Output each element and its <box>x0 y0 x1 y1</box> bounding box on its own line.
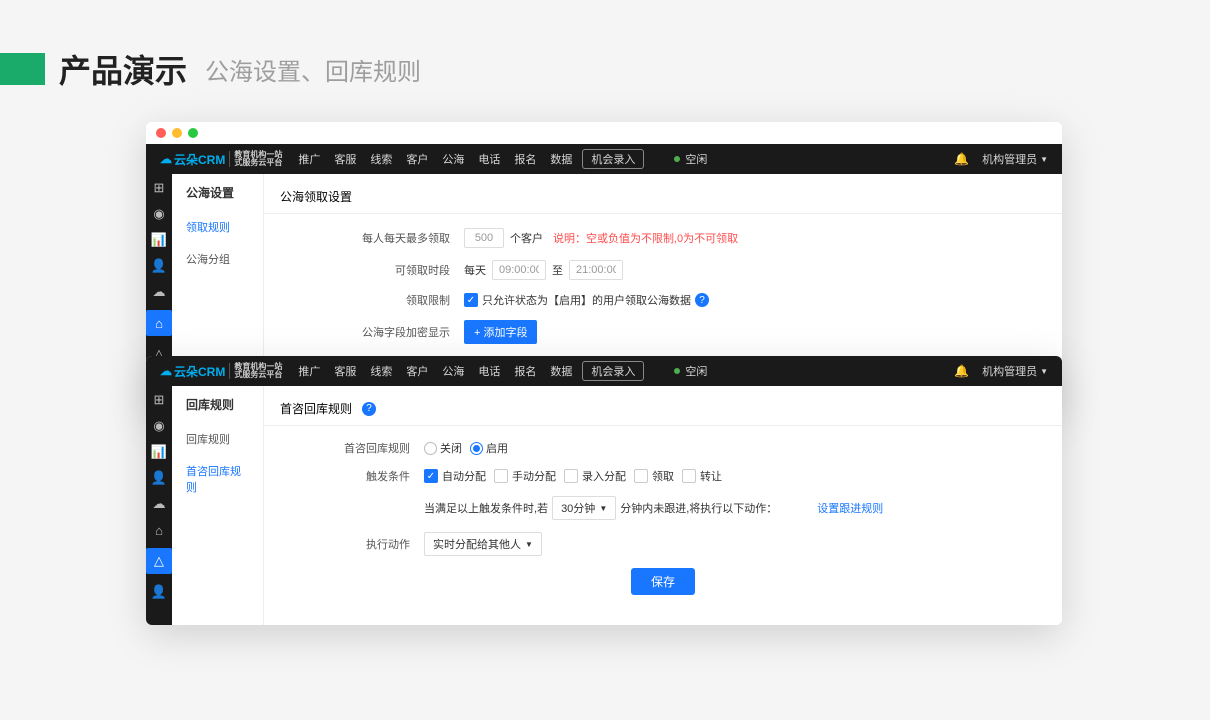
radio-off[interactable] <box>424 442 437 455</box>
nav-gonghai[interactable]: 公海 <box>442 151 464 167</box>
label-off: 关闭 <box>440 440 462 456</box>
bell-icon[interactable]: 🔔 <box>954 364 968 378</box>
nav-kefu[interactable]: 客服 <box>334 151 356 167</box>
nav-xiansuo[interactable]: 线索 <box>370 363 392 379</box>
text-enabled-only: 只允许状态为【启用】的用户领取公海数据 <box>482 292 691 308</box>
rail-recycle-icon[interactable]: △ <box>146 548 172 574</box>
nav-tuiguang[interactable]: 推广 <box>298 363 320 379</box>
cb-auto[interactable]: ✓ <box>424 469 438 483</box>
menu-gonghai-fenzu[interactable]: 公海分组 <box>172 243 263 275</box>
rail-shield-icon[interactable]: ◉ <box>151 206 167 222</box>
nav-dianhua[interactable]: 电话 <box>478 151 500 167</box>
menu-shouzi-huiku[interactable]: 首咨回库规则 <box>172 455 263 503</box>
nav-shuju[interactable]: 数据 <box>550 363 572 379</box>
label-time-slot: 可领取时段 <box>264 262 464 278</box>
chance-entry-button[interactable]: 机会录入 <box>582 149 644 169</box>
add-field-button[interactable]: + 添加字段 <box>464 320 537 344</box>
rail-grid-icon[interactable]: ⊞ <box>151 392 167 408</box>
main-title: 首咨回库规则 <box>280 400 352 417</box>
nav-kefu[interactable]: 客服 <box>334 363 356 379</box>
input-max-claim[interactable] <box>464 228 504 248</box>
rail-home-icon[interactable]: ⌂ <box>146 310 172 336</box>
nav-links: 推广 客服 线索 客户 公海 电话 报名 数据 <box>298 151 572 167</box>
rail-user-icon[interactable]: 👤 <box>151 258 167 274</box>
checkbox-enabled-only[interactable]: ✓ <box>464 293 478 307</box>
opt-zhuanrang: 转让 <box>700 468 722 484</box>
rail-cloud-icon[interactable]: ☁ <box>151 284 167 300</box>
rail-cloud-icon[interactable]: ☁ <box>151 496 167 512</box>
nav-baoming[interactable]: 报名 <box>514 363 536 379</box>
text-condition-mid: 分钟内未跟进,将执行以下动作： <box>620 500 777 516</box>
slide-subtitle: 公海设置、回库规则 <box>205 52 421 87</box>
label-to: 至 <box>552 262 563 278</box>
rail-home-icon[interactable]: ⌂ <box>151 522 167 538</box>
label-on: 启用 <box>486 440 508 456</box>
rail-grid-icon[interactable]: ⊞ <box>151 180 167 196</box>
main-title: 公海领取设置 <box>264 180 1062 214</box>
rail-shield-icon[interactable]: ◉ <box>151 418 167 434</box>
close-icon[interactable] <box>156 128 166 138</box>
menu-title: 公海设置 <box>172 174 263 211</box>
rail-person-icon[interactable]: 👤 <box>151 584 167 600</box>
radio-on[interactable] <box>470 442 483 455</box>
nav-kehu[interactable]: 客户 <box>406 363 428 379</box>
slide-title: 产品演示 <box>59 46 187 92</box>
user-menu[interactable]: 机构管理员▼ <box>982 363 1048 379</box>
cb-zhuanrang[interactable] <box>682 469 696 483</box>
select-action[interactable]: 实时分配给其他人▼ <box>424 532 542 556</box>
chance-entry-button[interactable]: 机会录入 <box>582 361 644 381</box>
save-button[interactable]: 保存 <box>631 568 695 595</box>
opt-auto: 自动分配 <box>442 468 486 484</box>
cb-manual[interactable] <box>494 469 508 483</box>
suffix-customers: 个客户 <box>510 230 543 246</box>
nav-links: 推广 客服 线索 客户 公海 电话 报名 数据 <box>298 363 572 379</box>
nav-shuju[interactable]: 数据 <box>550 151 572 167</box>
rail-chart-icon[interactable]: 📊 <box>151 444 167 460</box>
input-time-from[interactable] <box>492 260 546 280</box>
input-time-to[interactable] <box>569 260 623 280</box>
window-huiku: ☁云朵CRM 教育机构一站式服务云平台 推广 客服 线索 客户 公海 电话 报名… <box>146 356 1062 625</box>
status-indicator: 空闲 <box>674 151 707 167</box>
label-claim-limit: 领取限制 <box>264 292 464 308</box>
warning-text: 说明：空或负值为不限制,0为不可领取 <box>553 230 738 246</box>
label-max-claim: 每人每天最多领取 <box>264 230 464 246</box>
prefix-daily: 每天 <box>464 262 486 278</box>
label-trigger: 触发条件 <box>264 468 424 484</box>
opt-lingqu: 领取 <box>652 468 674 484</box>
nav-gonghai[interactable]: 公海 <box>442 363 464 379</box>
maximize-icon[interactable] <box>188 128 198 138</box>
nav-xiansuo[interactable]: 线索 <box>370 151 392 167</box>
menu-title: 回库规则 <box>172 386 263 423</box>
help-icon[interactable]: ? <box>695 293 709 307</box>
bell-icon[interactable]: 🔔 <box>954 152 968 166</box>
text-condition-pre: 当满足以上触发条件时,若 <box>424 500 548 516</box>
logo: ☁云朵CRM 教育机构一站式服务云平台 <box>160 363 282 380</box>
menu-huiku-guize[interactable]: 回库规则 <box>172 423 263 455</box>
menu-lingqu-guize[interactable]: 领取规则 <box>172 211 263 243</box>
opt-luru: 录入分配 <box>582 468 626 484</box>
label-rule: 首咨回库规则 <box>264 440 424 456</box>
nav-tuiguang[interactable]: 推广 <box>298 151 320 167</box>
label-encrypt-fields: 公海字段加密显示 <box>264 324 464 340</box>
minimize-icon[interactable] <box>172 128 182 138</box>
logo: ☁云朵CRM 教育机构一站式服务云平台 <box>160 151 282 168</box>
nav-dianhua[interactable]: 电话 <box>478 363 500 379</box>
cb-lingqu[interactable] <box>634 469 648 483</box>
user-menu[interactable]: 机构管理员▼ <box>982 151 1048 167</box>
status-indicator: 空闲 <box>674 363 707 379</box>
opt-manual: 手动分配 <box>512 468 556 484</box>
rail-user-icon[interactable]: 👤 <box>151 470 167 486</box>
help-icon[interactable]: ? <box>362 402 376 416</box>
rail-chart-icon[interactable]: 📊 <box>151 232 167 248</box>
cb-luru[interactable] <box>564 469 578 483</box>
nav-kehu[interactable]: 客户 <box>406 151 428 167</box>
nav-baoming[interactable]: 报名 <box>514 151 536 167</box>
select-minutes[interactable]: 30分钟▼ <box>552 496 616 520</box>
label-action: 执行动作 <box>264 536 424 552</box>
link-follow-rule[interactable]: 设置跟进规则 <box>817 500 883 516</box>
